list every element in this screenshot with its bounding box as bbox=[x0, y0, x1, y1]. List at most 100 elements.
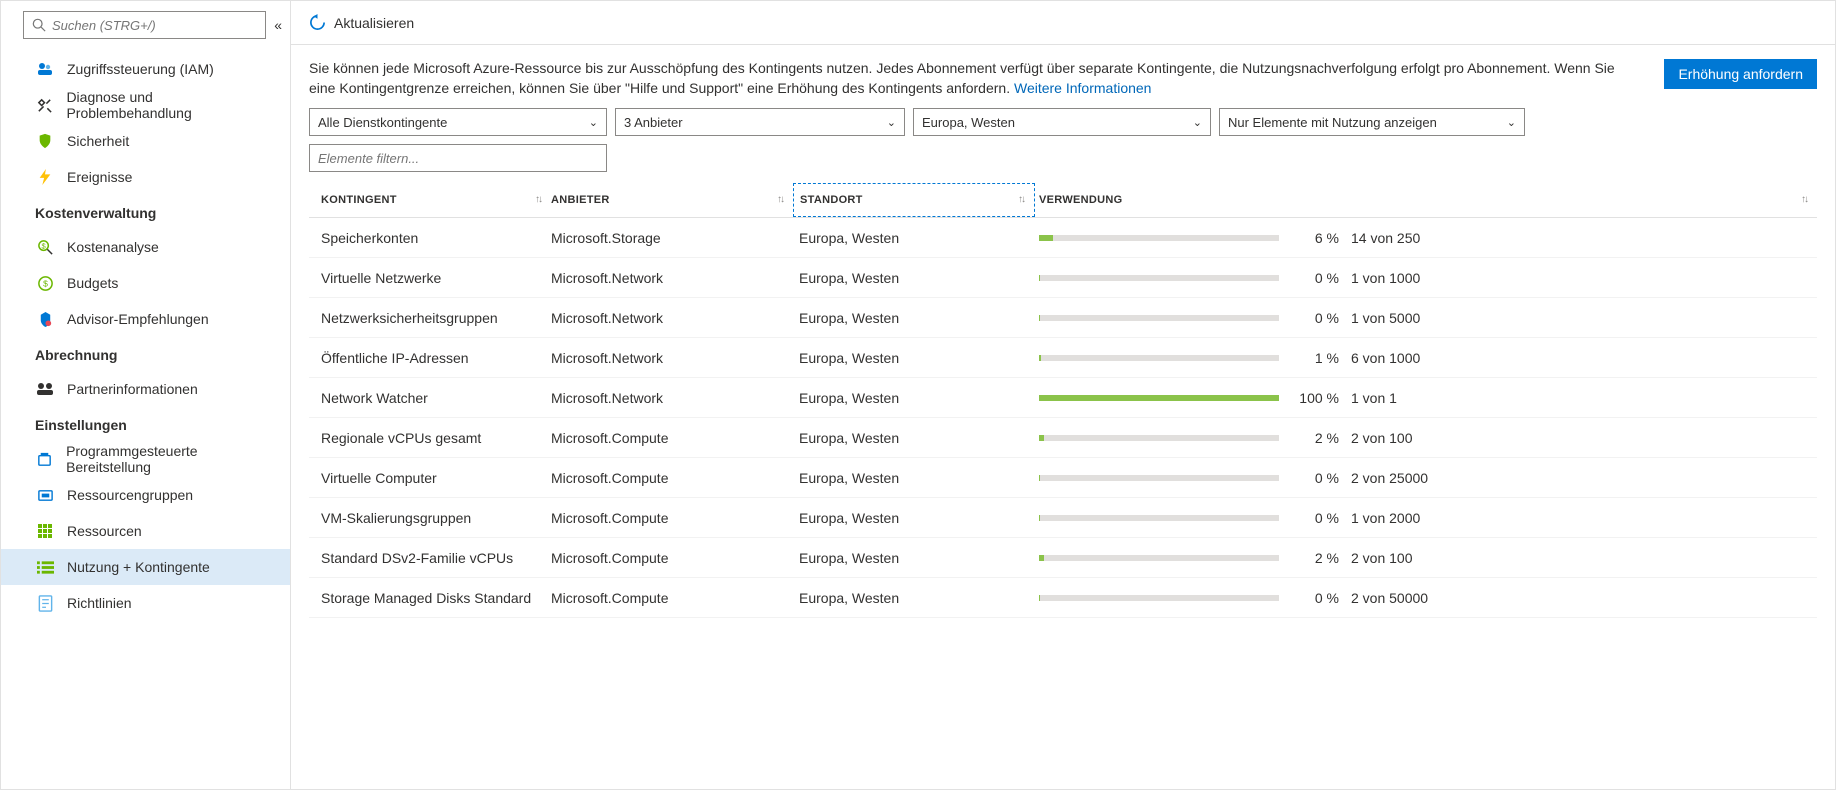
usage-bar bbox=[1039, 515, 1279, 521]
table-row[interactable]: VM-SkalierungsgruppenMicrosoft.ComputeEu… bbox=[309, 498, 1817, 538]
section-settings-header: Einstellungen bbox=[1, 407, 290, 441]
sidebar-search[interactable] bbox=[23, 11, 266, 39]
sidebar-item-label: Budgets bbox=[67, 275, 118, 291]
cell-standort: Europa, Westen bbox=[793, 270, 1035, 286]
cell-usage: 1 %6 von 1000 bbox=[1035, 350, 1817, 366]
cell-anbieter: Microsoft.Storage bbox=[551, 230, 793, 246]
cell-anbieter: Microsoft.Compute bbox=[551, 430, 793, 446]
resource-group-icon bbox=[35, 485, 55, 505]
shield-icon bbox=[35, 131, 55, 151]
sidebar-item-label: Ressourcengruppen bbox=[67, 487, 193, 503]
sidebar-item-advisor[interactable]: Advisor-Empfehlungen bbox=[1, 301, 290, 337]
cell-usage: 0 %1 von 2000 bbox=[1035, 510, 1817, 526]
advisor-icon bbox=[35, 309, 55, 329]
table-row[interactable]: Virtuelle NetzwerkeMicrosoft.NetworkEuro… bbox=[309, 258, 1817, 298]
sidebar-item-partner[interactable]: Partnerinformationen bbox=[1, 371, 290, 407]
sidebar-item-deploy[interactable]: Programmgesteuerte Bereitstellung bbox=[1, 441, 290, 477]
cell-kontingent: Öffentliche IP-Adressen bbox=[309, 350, 551, 366]
cell-standort: Europa, Westen bbox=[793, 590, 1035, 606]
usage-pct: 0 % bbox=[1291, 590, 1339, 606]
sidebar-item-usage[interactable]: Nutzung + Kontingente bbox=[1, 549, 290, 585]
cell-kontingent: Virtuelle Netzwerke bbox=[309, 270, 551, 286]
cell-kontingent: Regionale vCPUs gesamt bbox=[309, 430, 551, 446]
toolbar: Aktualisieren bbox=[291, 1, 1835, 45]
sidebar-item-policy[interactable]: Richtlinien bbox=[1, 585, 290, 621]
deploy-icon bbox=[35, 449, 54, 469]
cell-kontingent: Standard DSv2-Familie vCPUs bbox=[309, 550, 551, 566]
col-standort[interactable]: STANDORT↑↓ bbox=[793, 183, 1035, 217]
col-verwendung[interactable]: VERWENDUNG↑↓ bbox=[1035, 194, 1817, 206]
cell-anbieter: Microsoft.Compute bbox=[551, 550, 793, 566]
nav-settings: Programmgesteuerte Bereitstellung Ressou… bbox=[1, 441, 290, 621]
table-row[interactable]: Network WatcherMicrosoft.NetworkEuropa, … bbox=[309, 378, 1817, 418]
sidebar-collapse-icon[interactable]: « bbox=[274, 17, 282, 33]
col-kontingent[interactable]: KONTINGENT↑↓ bbox=[309, 194, 551, 206]
sidebar-item-budgets[interactable]: $ Budgets bbox=[1, 265, 290, 301]
sort-icon: ↑↓ bbox=[535, 194, 541, 205]
sidebar-item-label: Programmgesteuerte Bereitstellung bbox=[66, 443, 276, 475]
cell-usage: 2 %2 von 100 bbox=[1035, 430, 1817, 446]
usage-pct: 2 % bbox=[1291, 430, 1339, 446]
usage-pct: 0 % bbox=[1291, 470, 1339, 486]
sidebar-item-events[interactable]: Ereignisse bbox=[1, 159, 290, 195]
filter-provider-dropdown[interactable]: 3 Anbieter⌄ bbox=[615, 108, 905, 136]
col-anbieter[interactable]: ANBIETER↑↓ bbox=[551, 194, 793, 206]
usage-text: 1 von 5000 bbox=[1351, 310, 1420, 326]
usage-text: 1 von 2000 bbox=[1351, 510, 1420, 526]
usage-pct: 2 % bbox=[1291, 550, 1339, 566]
sidebar-item-label: Ereignisse bbox=[67, 169, 132, 185]
sidebar: « Zugriffssteuerung (IAM) Diagnose und P… bbox=[1, 1, 291, 789]
cell-kontingent: Speicherkonten bbox=[309, 230, 551, 246]
table-row[interactable]: Regionale vCPUs gesamtMicrosoft.ComputeE… bbox=[309, 418, 1817, 458]
filter-quota-dropdown[interactable]: Alle Dienstkontingente⌄ bbox=[309, 108, 607, 136]
sidebar-item-label: Advisor-Empfehlungen bbox=[67, 311, 209, 327]
sidebar-item-label: Partnerinformationen bbox=[67, 381, 198, 397]
main-content: Aktualisieren Sie können jede Microsoft … bbox=[291, 1, 1835, 789]
chevron-down-icon: ⌄ bbox=[1507, 116, 1516, 129]
cell-usage: 2 % 2 von 100 bbox=[1035, 550, 1817, 566]
usage-text: 1 von 1000 bbox=[1351, 270, 1420, 286]
sidebar-item-iam[interactable]: Zugriffssteuerung (IAM) bbox=[1, 51, 290, 87]
usage-pct: 0 % bbox=[1291, 270, 1339, 286]
table-row[interactable]: Storage Managed Disks StandardMicrosoft.… bbox=[309, 578, 1817, 618]
cell-usage: 0 %1 von 5000 bbox=[1035, 310, 1817, 326]
cell-anbieter: Microsoft.Network bbox=[551, 350, 793, 366]
filter-location-dropdown[interactable]: Europa, Westen⌄ bbox=[913, 108, 1211, 136]
cell-anbieter: Microsoft.Compute bbox=[551, 510, 793, 526]
usage-text: 2 von 50000 bbox=[1351, 590, 1428, 606]
sidebar-item-security[interactable]: Sicherheit bbox=[1, 123, 290, 159]
sidebar-item-diagnose[interactable]: Diagnose und Problembehandlung bbox=[1, 87, 290, 123]
chevron-down-icon: ⌄ bbox=[887, 116, 896, 129]
usage-text: 14 von 250 bbox=[1351, 230, 1420, 246]
filter-elements-input[interactable] bbox=[309, 144, 607, 172]
refresh-button[interactable]: Aktualisieren bbox=[309, 14, 414, 31]
usage-bar bbox=[1039, 275, 1279, 281]
table-row[interactable]: Standard DSv2-Familie vCPUsMicrosoft.Com… bbox=[309, 538, 1817, 578]
nav-billing: Partnerinformationen bbox=[1, 371, 290, 407]
table-row[interactable]: Virtuelle ComputerMicrosoft.ComputeEurop… bbox=[309, 458, 1817, 498]
sidebar-search-input[interactable] bbox=[52, 18, 257, 33]
filter-usage-dropdown[interactable]: Nur Elemente mit Nutzung anzeigen⌄ bbox=[1219, 108, 1525, 136]
table-row[interactable]: SpeicherkontenMicrosoft.StorageEuropa, W… bbox=[309, 218, 1817, 258]
cell-kontingent: Storage Managed Disks Standard bbox=[309, 590, 551, 606]
sidebar-item-label: Ressourcen bbox=[67, 523, 142, 539]
sidebar-item-costanalysis[interactable]: $Kostenanalyse bbox=[1, 229, 290, 265]
table-row[interactable]: Öffentliche IP-AdressenMicrosoft.Network… bbox=[309, 338, 1817, 378]
request-increase-button[interactable]: Erhöhung anfordern bbox=[1664, 59, 1817, 89]
svg-text:$: $ bbox=[43, 278, 48, 288]
table-row[interactable]: NetzwerksicherheitsgruppenMicrosoft.Netw… bbox=[309, 298, 1817, 338]
usage-text: 6 von 1000 bbox=[1351, 350, 1420, 366]
refresh-icon bbox=[309, 14, 326, 31]
cell-standort: Europa, Westen bbox=[793, 470, 1035, 486]
cell-anbieter: Microsoft.Network bbox=[551, 270, 793, 286]
sidebar-item-rg[interactable]: Ressourcengruppen bbox=[1, 477, 290, 513]
lightning-icon bbox=[35, 167, 55, 187]
usage-text: 2 von 100 bbox=[1351, 550, 1413, 566]
cell-standort: Europa, Westen bbox=[793, 430, 1035, 446]
usage-bar bbox=[1039, 435, 1279, 441]
more-info-link[interactable]: Weitere Informationen bbox=[1014, 80, 1151, 96]
sidebar-item-resources[interactable]: Ressourcen bbox=[1, 513, 290, 549]
section-cost-header: Kostenverwaltung bbox=[1, 195, 290, 229]
sort-icon: ↑↓ bbox=[1801, 194, 1807, 205]
sort-icon: ↑↓ bbox=[777, 194, 783, 205]
